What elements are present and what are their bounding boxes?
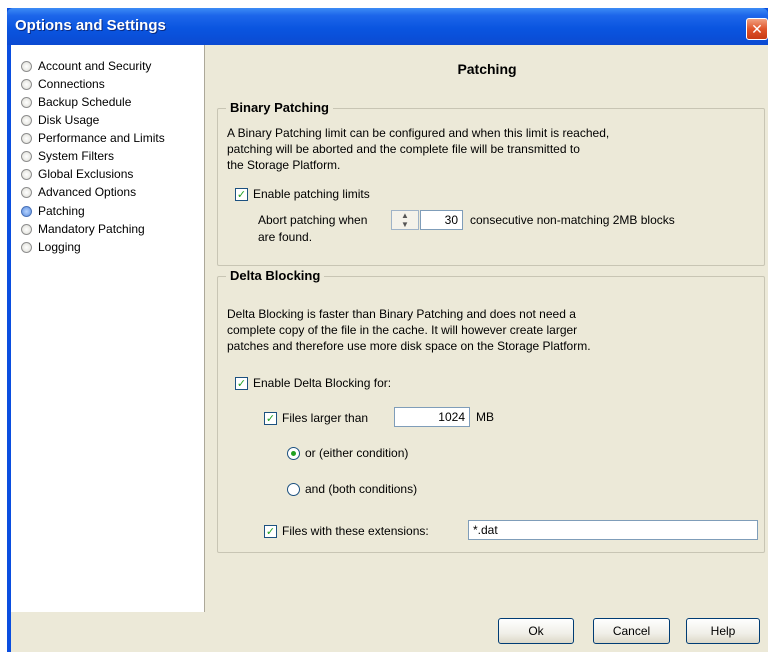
files-with-extensions-checkbox[interactable]: ✓ Files with these extensions: — [264, 523, 429, 539]
radio-icon — [21, 132, 32, 144]
nav-item-backup-schedule[interactable]: Backup Schedule — [21, 94, 131, 110]
nav-item-global-exclusions[interactable]: Global Exclusions — [21, 166, 133, 182]
radio-icon — [21, 150, 32, 162]
checkbox-label: Files with these extensions: — [282, 524, 429, 538]
abort-spinner[interactable]: ▲ ▼ — [391, 210, 419, 230]
help-button[interactable]: Help — [686, 618, 760, 644]
files-larger-than-checkbox[interactable]: ✓ Files larger than — [264, 410, 368, 426]
nav-item-label: System Filters — [38, 149, 115, 163]
nav-item-patching[interactable]: Patching — [21, 203, 85, 219]
nav-item-system-filters[interactable]: System Filters — [21, 148, 114, 164]
file-size-input[interactable]: 1024 — [394, 407, 470, 427]
ok-button[interactable]: Ok — [498, 618, 574, 644]
checkbox-label: Enable patching limits — [253, 187, 370, 201]
check-icon: ✓ — [264, 524, 277, 538]
radio-icon — [21, 96, 32, 108]
radio-label: or (either condition) — [305, 446, 409, 460]
nav-item-logging[interactable]: Logging — [21, 239, 81, 255]
dialog-footer: Ok Cancel Help — [11, 612, 768, 652]
abort-blocks-input[interactable]: 30 — [420, 210, 463, 230]
size-unit-label: MB — [476, 410, 494, 424]
radio-icon — [287, 482, 300, 496]
settings-nav: Account and Security Connections Backup … — [11, 45, 205, 612]
title-bar[interactable]: Options and Settings ✕ — [7, 8, 768, 45]
close-icon[interactable]: ✕ — [746, 18, 768, 40]
radio-selected-icon — [21, 205, 32, 217]
binary-patching-group: Binary Patching A Binary Patching limit … — [217, 100, 765, 266]
nav-item-disk-usage[interactable]: Disk Usage — [21, 112, 99, 128]
radio-icon — [21, 186, 32, 198]
nav-item-label: Backup Schedule — [38, 95, 132, 109]
nav-item-account-security[interactable]: Account and Security — [21, 58, 151, 74]
or-condition-radio[interactable]: or (either condition) — [287, 445, 408, 461]
spin-down-icon[interactable]: ▼ — [392, 220, 418, 229]
options-window: Options and Settings ✕ Account and Secur… — [7, 8, 768, 652]
extensions-input[interactable]: *.dat — [468, 520, 758, 540]
nav-item-label: Advanced Options — [38, 185, 137, 199]
abort-suffix-label-2: are found. — [258, 230, 313, 244]
nav-item-label: Performance and Limits — [38, 131, 165, 145]
window-title: Options and Settings — [15, 17, 166, 34]
radio-icon — [21, 168, 32, 180]
nav-item-connections[interactable]: Connections — [21, 76, 105, 92]
and-condition-radio[interactable]: and (both conditions) — [287, 481, 417, 497]
nav-item-mandatory-patching[interactable]: Mandatory Patching — [21, 221, 145, 237]
checkbox-label: Files larger than — [282, 411, 369, 425]
spin-up-icon[interactable]: ▲ — [392, 211, 418, 220]
nav-item-label: Connections — [38, 77, 105, 91]
nav-item-label: Disk Usage — [38, 113, 100, 127]
check-icon: ✓ — [235, 187, 248, 201]
radio-icon — [21, 241, 32, 253]
radio-label: and (both conditions) — [305, 482, 418, 496]
nav-item-label: Mandatory Patching — [38, 222, 145, 236]
radio-icon — [21, 223, 32, 235]
group-title: Delta Blocking — [226, 268, 325, 283]
check-icon: ✓ — [235, 376, 248, 390]
nav-item-performance-limits[interactable]: Performance and Limits — [21, 130, 165, 146]
radio-icon — [21, 78, 32, 90]
check-icon: ✓ — [264, 411, 277, 425]
page-title: Patching — [457, 61, 517, 77]
delta-blocking-group: Delta Blocking Delta Blocking is faster … — [217, 268, 765, 553]
nav-item-label: Global Exclusions — [38, 167, 134, 181]
enable-patching-limits-checkbox[interactable]: ✓ Enable patching limits — [235, 186, 370, 202]
patching-panel: Patching Binary Patching A Binary Patchi… — [206, 45, 768, 612]
dialog-client: Account and Security Connections Backup … — [11, 45, 768, 652]
abort-prefix-label: Abort patching when — [258, 213, 368, 227]
radio-icon — [21, 114, 32, 126]
radio-icon — [21, 60, 32, 72]
enable-delta-blocking-checkbox[interactable]: ✓ Enable Delta Blocking for: — [235, 375, 391, 391]
abort-suffix-label: consecutive non-matching 2MB blocks — [470, 213, 675, 227]
group-title: Binary Patching — [226, 100, 333, 115]
delta-description: Delta Blocking is faster than Binary Pat… — [227, 307, 591, 353]
nav-item-label: Account and Security — [38, 59, 152, 73]
radio-selected-icon — [287, 446, 300, 460]
nav-item-advanced-options[interactable]: Advanced Options — [21, 184, 136, 200]
checkbox-label: Enable Delta Blocking for: — [253, 376, 392, 390]
nav-item-label: Logging — [38, 240, 81, 254]
binary-description: A Binary Patching limit can be configure… — [227, 126, 610, 172]
nav-item-label: Patching — [38, 204, 85, 218]
cancel-button[interactable]: Cancel — [593, 618, 670, 644]
